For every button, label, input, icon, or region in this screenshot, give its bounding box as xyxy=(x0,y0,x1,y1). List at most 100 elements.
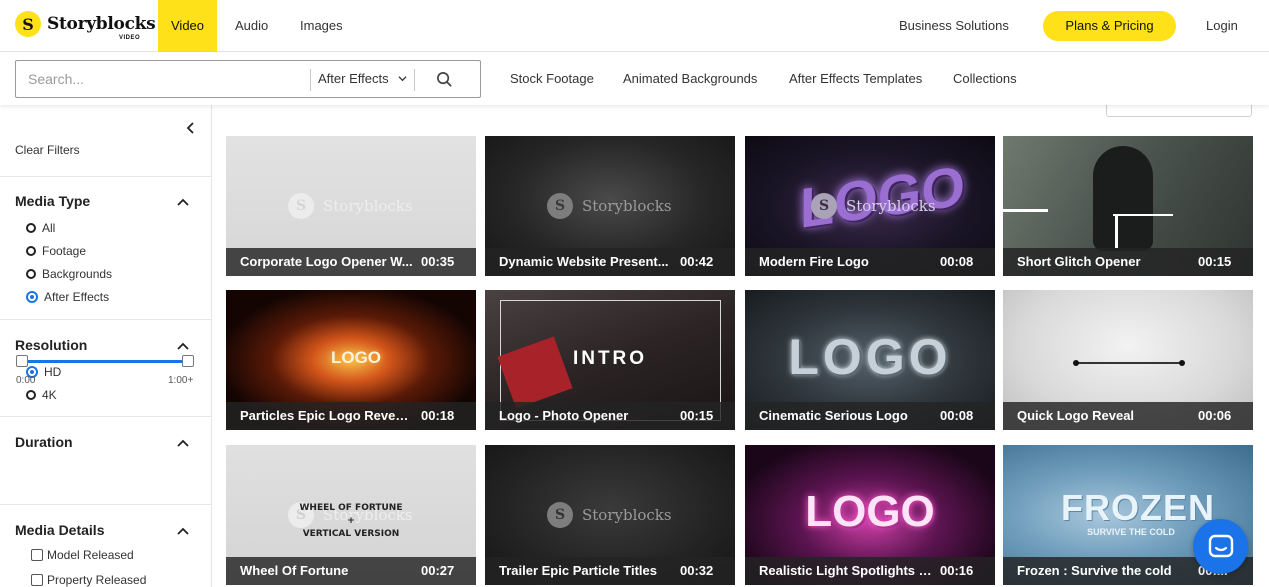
top-nav: S Storyblocks VIDEO Video Audio Images B… xyxy=(0,0,1269,52)
resolution-heading[interactable]: Resolution xyxy=(15,337,87,353)
media-type-option-after-effects[interactable]: After Effects xyxy=(26,289,109,305)
chevron-up-icon[interactable] xyxy=(177,527,189,535)
media-details-property-released[interactable]: Property Released xyxy=(31,572,146,587)
tab-images[interactable]: Images xyxy=(300,0,343,52)
result-card[interactable]: S Storyblocks WHEEL OF FORTUNE + VERTICAL… xyxy=(226,445,476,585)
media-type-option-footage[interactable]: Footage xyxy=(26,243,86,259)
chevron-up-icon[interactable] xyxy=(177,439,189,447)
option-label: Model Released xyxy=(47,548,134,562)
radio-icon[interactable] xyxy=(26,269,36,279)
watermark-icon: S xyxy=(288,193,314,219)
link-collections[interactable]: Collections xyxy=(953,52,1017,105)
logo-graphic: LOGO xyxy=(805,487,935,536)
media-type-heading[interactable]: Media Type xyxy=(15,193,90,209)
plans-pricing-button[interactable]: Plans & Pricing xyxy=(1043,11,1176,41)
option-label: Backgrounds xyxy=(42,267,113,281)
logo-graphic: LOGO xyxy=(330,348,382,367)
result-card[interactable]: LOGO Realistic Light Spotlights L... 00:1… xyxy=(745,445,995,585)
person-silhouette xyxy=(1093,146,1153,251)
storyblocks-watermark: S Storyblocks xyxy=(288,193,413,219)
link-animated-backgrounds[interactable]: Animated Backgrounds xyxy=(623,52,757,105)
watermark-icon: S xyxy=(547,193,573,219)
result-card[interactable]: S Storyblocks Trailer Epic Particle Title… xyxy=(485,445,735,585)
card-caption: Corporate Logo Opener W... 00:35 xyxy=(226,248,476,276)
watermark-text: Storyblocks xyxy=(846,197,936,215)
card-title: Cinematic Serious Logo xyxy=(759,408,908,423)
option-label: Footage xyxy=(42,244,87,258)
divider xyxy=(0,176,211,177)
option-label: Property Released xyxy=(47,573,147,587)
link-after-effects-templates[interactable]: After Effects Templates xyxy=(789,52,922,105)
filter-sidebar: Clear Filters Media Type All Footage Bac… xyxy=(0,105,212,587)
tab-audio[interactable]: Audio xyxy=(235,0,268,52)
logo-subtitle: VIDEO xyxy=(119,35,141,41)
storyblocks-logo[interactable]: S Storyblocks VIDEO xyxy=(15,11,156,41)
collapse-sidebar-icon[interactable] xyxy=(186,122,196,134)
search-icon[interactable] xyxy=(436,71,453,88)
frozen-subtitle: SURVIVE THE COLD xyxy=(1087,527,1175,537)
chat-launcher-button[interactable] xyxy=(1193,519,1248,574)
media-details-model-released[interactable]: Model Released xyxy=(31,547,134,563)
result-card[interactable]: INTRO Logo - Photo Opener 00:15 xyxy=(485,290,735,430)
search-divider xyxy=(310,69,311,91)
frozen-graphic: FROZEN xyxy=(1061,487,1215,528)
card-title: Modern Fire Logo xyxy=(759,254,869,269)
media-details-heading[interactable]: Media Details xyxy=(15,522,104,538)
logo-graphic: LOGO xyxy=(788,329,952,385)
card-duration: 00:06 xyxy=(1198,408,1232,423)
radio-selected-icon[interactable] xyxy=(26,291,38,303)
chevron-down-icon[interactable] xyxy=(398,74,407,83)
card-duration: 00:27 xyxy=(421,563,455,578)
checkbox[interactable] xyxy=(31,549,43,561)
chevron-up-icon[interactable] xyxy=(177,198,189,206)
card-caption: Dynamic Website Present... 00:42 xyxy=(485,248,735,276)
duration-heading[interactable]: Duration xyxy=(15,434,73,450)
storyblocks-watermark: S Storyblocks xyxy=(547,502,672,528)
result-card[interactable]: S Storyblocks Corporate Logo Opener W... 0… xyxy=(226,136,476,276)
card-duration: 00:08 xyxy=(940,408,974,423)
search-row: Search... After Effects Stock Footage An… xyxy=(0,52,1269,105)
result-card[interactable]: LOGO Cinematic Serious Logo 00:08 xyxy=(745,290,995,430)
business-solutions-link[interactable]: Business Solutions xyxy=(899,0,1009,52)
search-input[interactable]: Search... xyxy=(28,61,84,97)
card-title: Quick Logo Reveal xyxy=(1017,408,1135,423)
login-link[interactable]: Login xyxy=(1206,0,1238,52)
duration-slider-max-handle[interactable] xyxy=(182,355,194,367)
divider xyxy=(0,319,211,320)
logo-text: Storyblocks xyxy=(47,14,156,34)
radio-icon[interactable] xyxy=(26,223,36,233)
duration-slider-track[interactable] xyxy=(21,360,189,363)
result-card[interactable]: LOGO Particles Epic Logo Reveal... 00:18 xyxy=(226,290,476,430)
radio-icon[interactable] xyxy=(26,390,36,400)
option-label: 4K xyxy=(42,388,57,402)
card-caption: Short Glitch Opener 00:15 xyxy=(1003,248,1253,276)
result-card[interactable]: S Storyblocks Dynamic Website Present... 0… xyxy=(485,136,735,276)
radio-icon[interactable] xyxy=(26,246,36,256)
media-type-option-all[interactable]: All xyxy=(26,220,55,236)
link-stock-footage[interactable]: Stock Footage xyxy=(510,52,594,105)
tab-video[interactable]: Video xyxy=(158,0,218,52)
result-card[interactable]: LOGO S Storyblocks Modern Fire Logo 00:08 xyxy=(745,136,995,276)
card-title: Short Glitch Opener xyxy=(1017,254,1141,269)
card-title: Corporate Logo Opener W... xyxy=(240,254,413,269)
card-duration: 00:18 xyxy=(421,408,455,423)
wheel-line-2: VERTICAL VERSION xyxy=(302,529,400,539)
option-label: After Effects xyxy=(44,290,110,304)
duration-min-label: 0:00 xyxy=(16,375,36,386)
card-title: Wheel Of Fortune xyxy=(240,563,349,578)
card-title: Particles Epic Logo Reveal... xyxy=(240,408,415,423)
checkbox[interactable] xyxy=(31,574,43,586)
wheel-title-graphic: WHEEL OF FORTUNE + VERTICAL VERSION xyxy=(296,502,406,541)
category-select[interactable]: After Effects xyxy=(318,61,389,97)
resolution-option-4k[interactable]: 4K xyxy=(26,387,57,403)
result-card[interactable]: Quick Logo Reveal 00:06 xyxy=(1003,290,1253,430)
result-card[interactable]: Short Glitch Opener 00:15 xyxy=(1003,136,1253,276)
chevron-up-icon[interactable] xyxy=(177,342,189,350)
clear-filters-link[interactable]: Clear Filters xyxy=(15,143,80,157)
media-type-option-backgrounds[interactable]: Backgrounds xyxy=(26,266,112,282)
duration-slider-min-handle[interactable] xyxy=(16,355,28,367)
storyblocks-watermark: S Storyblocks xyxy=(547,193,672,219)
option-label: All xyxy=(42,221,56,235)
card-title: Dynamic Website Present... xyxy=(499,254,669,269)
reveal-dot xyxy=(1179,360,1185,366)
